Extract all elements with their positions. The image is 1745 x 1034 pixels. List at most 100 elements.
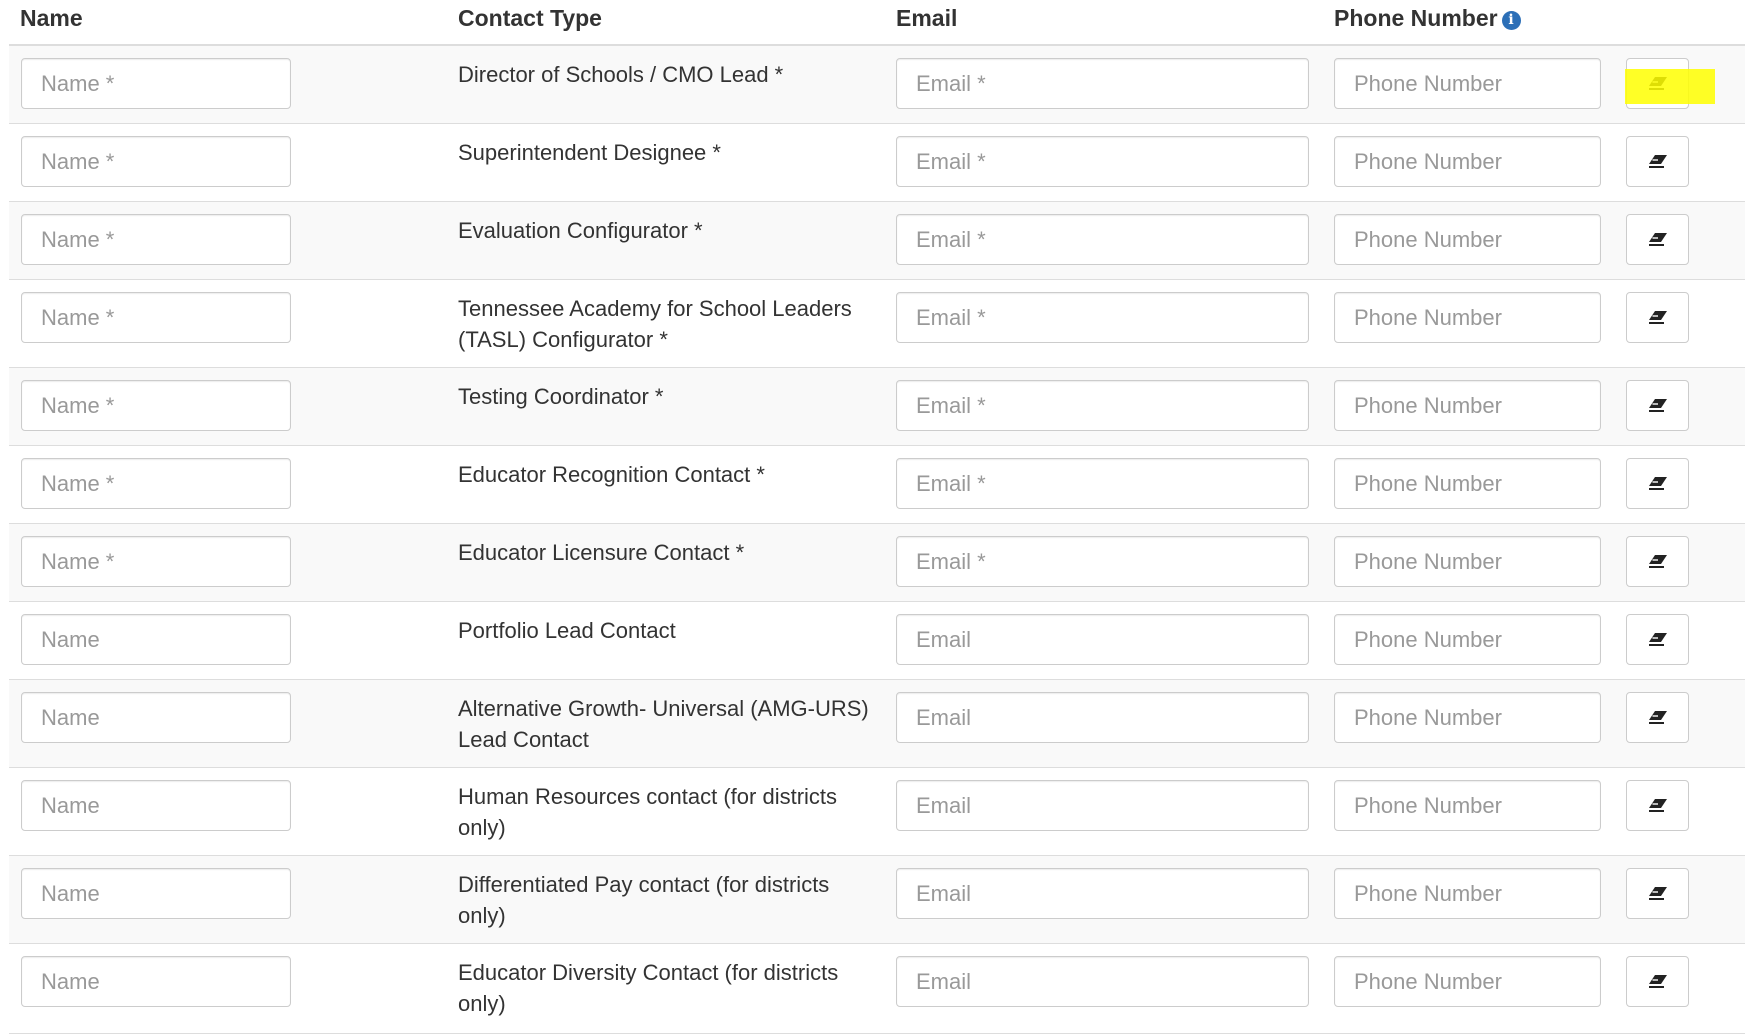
table-row: Name Educator Diversity Contact (for dist… (9, 944, 1745, 1034)
name-input[interactable]: Name * (21, 214, 291, 265)
phone-input[interactable]: Phone Number (1334, 614, 1601, 665)
phone-input[interactable]: Phone Number (1334, 536, 1601, 587)
phone-input[interactable]: Phone Number (1334, 58, 1601, 109)
table-row: Name * Superintendent Designee * Email * Ph… (9, 124, 1745, 202)
phone-input[interactable]: Phone Number (1334, 956, 1601, 1007)
clear-row-button[interactable] (1626, 214, 1689, 265)
eraser-icon (1649, 887, 1667, 900)
name-input[interactable]: Name (21, 692, 291, 743)
name-input[interactable]: Name (21, 614, 291, 665)
contact-type-label: Director of Schools / CMO Lead * (458, 62, 784, 87)
email-placeholder: Email * (916, 227, 986, 252)
email-placeholder: Email * (916, 471, 986, 496)
email-placeholder: Email * (916, 71, 986, 96)
email-placeholder: Email * (916, 393, 986, 418)
email-input[interactable]: Email * (896, 58, 1309, 109)
name-placeholder: Name * (41, 305, 115, 330)
table-row: Name * Educator Licensure Contact * Email … (9, 524, 1745, 602)
name-input[interactable]: Name * (21, 536, 291, 587)
email-input[interactable]: Email * (896, 292, 1309, 343)
email-input[interactable]: Email (896, 614, 1309, 665)
name-input[interactable]: Name (21, 780, 291, 831)
name-input[interactable]: Name * (21, 380, 291, 431)
email-input[interactable]: Email (896, 868, 1309, 919)
email-placeholder: Email (916, 793, 972, 818)
clear-row-button[interactable] (1626, 692, 1689, 743)
table-row: Name * Tennessee Academy for School Leade… (9, 280, 1745, 368)
contact-type-label: Human Resources contact (for districts o… (458, 784, 838, 840)
eraser-icon (1649, 233, 1667, 246)
clear-row-button[interactable] (1626, 614, 1689, 665)
contact-type-label: Tennessee Academy for School Leaders (TA… (458, 296, 852, 352)
email-placeholder: Email (916, 705, 972, 730)
phone-placeholder: Phone Number (1354, 881, 1502, 906)
eraser-icon (1649, 555, 1667, 568)
phone-placeholder: Phone Number (1354, 549, 1502, 574)
name-placeholder: Name * (41, 393, 115, 418)
phone-placeholder: Phone Number (1354, 149, 1502, 174)
clear-row-button[interactable] (1626, 292, 1689, 343)
phone-placeholder: Phone Number (1354, 227, 1502, 252)
eraser-icon (1649, 155, 1667, 168)
header-contact-type: Contact Type (458, 5, 602, 31)
contact-type-label: Differentiated Pay contact (for district… (458, 872, 830, 928)
info-circle-icon[interactable]: i (1501, 11, 1521, 30)
contact-type-label: Testing Coordinator * (458, 384, 664, 409)
contact-type-label: Educator Recognition Contact * (458, 462, 765, 487)
table-row: Name * Evaluation Configurator * Email * Ph… (9, 202, 1745, 280)
phone-input[interactable]: Phone Number (1334, 214, 1601, 265)
clear-row-button[interactable] (1626, 536, 1689, 587)
email-input[interactable]: Email (896, 956, 1309, 1007)
clear-row-button[interactable] (1626, 780, 1689, 831)
email-input[interactable]: Email * (896, 458, 1309, 509)
name-input[interactable]: Name (21, 956, 291, 1007)
table-header: Name Contact Type Email Phone Number i (9, 0, 1745, 46)
table-row: Name Alternative Growth- Universal (AMG-U… (9, 680, 1745, 768)
email-placeholder: Email (916, 969, 972, 994)
name-input[interactable]: Name * (21, 58, 291, 109)
email-input[interactable]: Email * (896, 214, 1309, 265)
name-placeholder: Name * (41, 71, 115, 96)
clear-row-button[interactable] (1626, 380, 1689, 431)
yellow-highlight-annotation (1625, 69, 1715, 104)
email-placeholder: Email (916, 881, 972, 906)
phone-placeholder: Phone Number (1354, 705, 1502, 730)
email-input[interactable]: Email (896, 780, 1309, 831)
contact-type-label: Evaluation Configurator * (458, 218, 703, 243)
table-row: Name Differentiated Pay contact (for dist… (9, 856, 1745, 944)
contact-type-label: Educator Licensure Contact * (458, 540, 745, 565)
name-placeholder: Name (41, 969, 100, 994)
phone-input[interactable]: Phone Number (1334, 868, 1601, 919)
contact-type-label: Alternative Growth- Universal (AMG-URS) … (458, 696, 869, 752)
phone-input[interactable]: Phone Number (1334, 136, 1601, 187)
phone-input[interactable]: Phone Number (1334, 780, 1601, 831)
table-body: Name * Director of Schools / CMO Lead * Em… (9, 46, 1745, 1034)
name-input[interactable]: Name * (21, 458, 291, 509)
clear-row-button[interactable] (1626, 868, 1689, 919)
phone-placeholder: Phone Number (1354, 471, 1502, 496)
eraser-icon (1649, 311, 1667, 324)
email-input[interactable]: Email * (896, 536, 1309, 587)
clear-row-button[interactable] (1626, 956, 1689, 1007)
eraser-icon (1649, 477, 1667, 490)
email-input[interactable]: Email (896, 692, 1309, 743)
name-input[interactable]: Name * (21, 292, 291, 343)
eraser-icon (1649, 799, 1667, 812)
eraser-icon (1649, 633, 1667, 646)
email-input[interactable]: Email * (896, 136, 1309, 187)
table-row: Name Portfolio Lead Contact Email Phone Num… (9, 602, 1745, 680)
name-input[interactable]: Name * (21, 136, 291, 187)
phone-input[interactable]: Phone Number (1334, 692, 1601, 743)
clear-row-button[interactable] (1626, 136, 1689, 187)
name-input[interactable]: Name (21, 868, 291, 919)
email-placeholder: Email * (916, 149, 986, 174)
phone-input[interactable]: Phone Number (1334, 380, 1601, 431)
name-placeholder: Name * (41, 549, 115, 574)
phone-placeholder: Phone Number (1354, 393, 1502, 418)
eraser-icon (1649, 711, 1667, 724)
phone-input[interactable]: Phone Number (1334, 458, 1601, 509)
clear-row-button[interactable] (1626, 458, 1689, 509)
table-row: Name * Educator Recognition Contact * Emai… (9, 446, 1745, 524)
phone-input[interactable]: Phone Number (1334, 292, 1601, 343)
email-input[interactable]: Email * (896, 380, 1309, 431)
